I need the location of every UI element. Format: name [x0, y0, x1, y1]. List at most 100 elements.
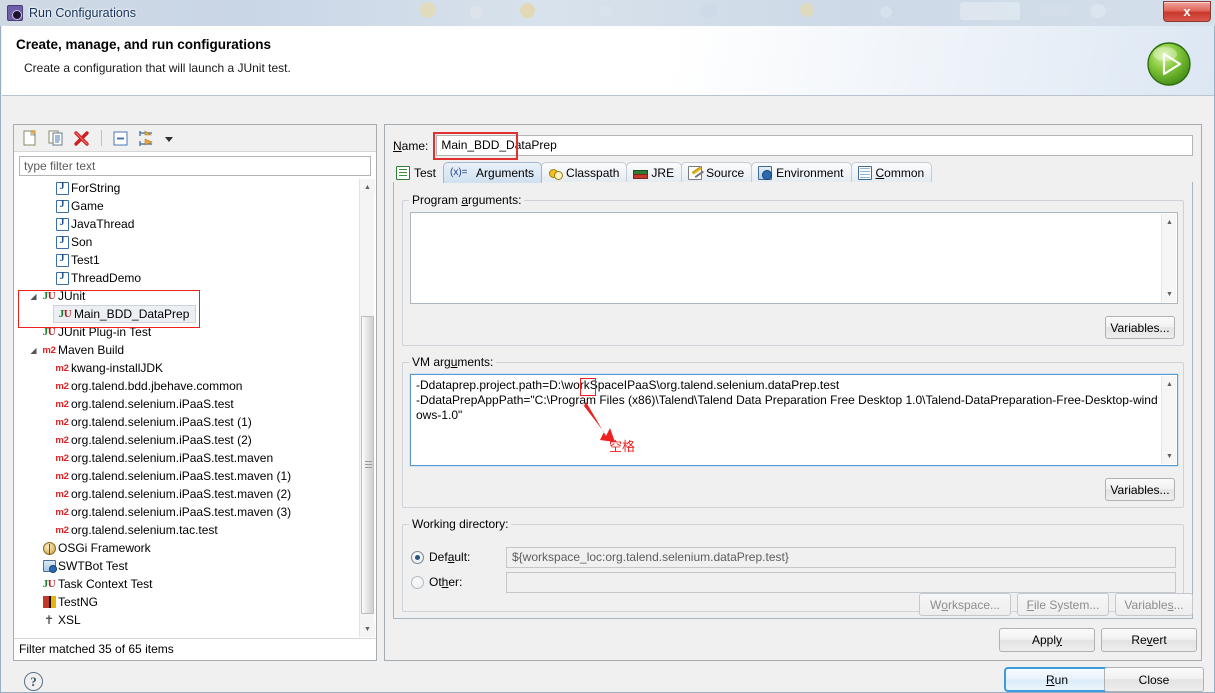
tree-item[interactable]: JU JUnit Plug-in Test — [19, 323, 353, 341]
tree-item[interactable]: JavaThread — [19, 215, 353, 233]
program-arguments-textarea[interactable]: ▲ ▼ — [410, 212, 1178, 304]
search-input[interactable]: type filter text — [19, 156, 371, 176]
tab-environment[interactable]: Environment — [751, 162, 852, 183]
tree-item[interactable]: JU Main_BDD_DataPrep — [53, 305, 197, 323]
testng-icon — [40, 596, 58, 608]
tree-item-label: TestNG — [58, 595, 99, 609]
tree-item-label: org.talend.selenium.iPaaS.test — [71, 397, 234, 411]
chevron-down-icon[interactable] — [162, 128, 176, 149]
tree-item[interactable]: Son — [19, 233, 353, 251]
tree-item[interactable]: m2 org.talend.selenium.iPaaS.test.maven — [19, 449, 353, 467]
tree-item[interactable]: m2 org.talend.selenium.iPaaS.test.maven (… — [19, 503, 353, 521]
maven-icon: m2 — [55, 506, 69, 518]
filter-status-text: Filter matched 35 of 65 items — [14, 638, 376, 660]
working-directory-other-radio[interactable]: Other: — [411, 572, 462, 592]
tree-vertical-scrollbar[interactable]: ▲ ▼ — [359, 179, 375, 637]
tree-item[interactable]: SWTBot Test — [19, 557, 353, 575]
program-arguments-scrollbar[interactable]: ▲ ▼ — [1161, 214, 1176, 302]
scroll-down-arrow-icon[interactable]: ▼ — [1162, 286, 1177, 302]
configuration-name-input[interactable]: Main_BDD_DataPrep — [436, 135, 1193, 156]
scroll-down-arrow-icon[interactable]: ▼ — [360, 621, 375, 637]
tree-item-label: JUnit — [58, 289, 86, 303]
tree-item-label: Son — [71, 235, 93, 249]
tree-item[interactable]: m2 org.talend.selenium.iPaaS.test.maven (… — [19, 485, 353, 503]
tree-item[interactable]: m2 org.talend.selenium.iPaaS.test.maven (… — [19, 467, 353, 485]
swtbot-icon — [40, 560, 58, 573]
tab-test[interactable]: Test — [393, 162, 444, 183]
vm-arguments-textarea[interactable]: -Ddataprep.project.path=D:\workSpaceIPaa… — [409, 373, 1179, 467]
maven-icon: m2 — [55, 416, 69, 428]
window-close-button[interactable]: x — [1163, 1, 1211, 22]
junit-icon: JU — [42, 578, 56, 590]
source-icon — [688, 166, 703, 180]
configuration-name-row: Name: Main_BDD_DataPrep — [393, 135, 1193, 156]
working-directory-label: Working directory: — [409, 517, 512, 531]
apply-button[interactable]: Appl y — [999, 628, 1095, 652]
new-document-icon[interactable] — [19, 128, 41, 149]
tree-item[interactable]: m2 org.talend.selenium.tac.test — [19, 521, 353, 539]
file-system-button[interactable]: File System... — [1017, 593, 1109, 616]
working-directory-default-input: ${workspace_loc:org.talend.selenium.data… — [506, 547, 1176, 568]
tab-source[interactable]: Source — [681, 162, 753, 183]
tree-item[interactable]: ◢ m2 Maven Build — [19, 341, 353, 359]
tree-item-label: SWTBot Test — [58, 559, 128, 573]
tree-item[interactable]: Test1 — [19, 251, 353, 269]
working-directory-other-input[interactable] — [506, 572, 1176, 593]
other-radio-label: Other: — [429, 575, 463, 589]
run-button[interactable]: Run — [1004, 667, 1110, 692]
vm-variables-button[interactable]: Variables... — [1105, 478, 1175, 501]
tree-item[interactable]: ◢ JU JUnit — [19, 287, 353, 305]
run-play-icon — [1147, 42, 1191, 86]
tab-jre[interactable]: JRE — [626, 162, 683, 183]
tree-item[interactable]: JU Task Context Test — [19, 575, 353, 593]
tree-item[interactable]: ForString — [19, 179, 353, 197]
scroll-up-arrow-icon[interactable]: ▲ — [1162, 376, 1177, 392]
toolbar-divider — [101, 130, 102, 146]
working-directory-variables-button[interactable]: Variable s... — [1115, 593, 1193, 616]
copy-icon[interactable] — [45, 128, 67, 149]
tree-item[interactable]: m2 org.talend.bdd.jbehave.common — [19, 377, 353, 395]
tree-item-label: JUnit Plug-in Test — [58, 325, 152, 339]
revert-button[interactable]: Re v ert — [1101, 628, 1197, 652]
expander-icon[interactable]: ◢ — [27, 346, 40, 355]
close-button[interactable]: Close — [1104, 667, 1204, 692]
help-question-icon[interactable]: ? — [24, 672, 43, 691]
tree-item[interactable]: Game — [19, 197, 353, 215]
arguments-tab-body: Program arguments: ▲ ▼ Variables... VM a… — [393, 182, 1193, 619]
window-title: Run Configurations — [29, 6, 137, 20]
scroll-up-arrow-icon[interactable]: ▲ — [360, 179, 375, 195]
tree-item-label: org.talend.selenium.iPaaS.test.maven (1) — [71, 469, 292, 483]
scroll-up-arrow-icon[interactable]: ▲ — [1162, 214, 1177, 230]
configurations-tree[interactable]: ForString Game JavaThread Son Test1 ThreadDem… — [19, 179, 371, 637]
tree-item[interactable]: m2 kwang-installJDK — [19, 359, 353, 377]
maven-icon: m2 — [55, 470, 69, 482]
vm-arguments-scrollbar[interactable]: ▲ ▼ — [1161, 376, 1176, 464]
jre-icon — [633, 166, 649, 180]
tree-item[interactable]: TestNG — [19, 593, 353, 611]
java-class-icon — [53, 253, 71, 267]
tab-arguments[interactable]: (x)= Arguments — [443, 162, 543, 183]
scroll-down-arrow-icon[interactable]: ▼ — [1162, 448, 1177, 464]
tree-item[interactable]: m2 org.talend.selenium.iPaaS.test — [19, 395, 353, 413]
java-class-icon — [53, 199, 71, 213]
default-radio-label: Default: — [429, 550, 471, 564]
dialog-button-bar: ? Run Close — [2, 663, 1214, 692]
tree-item[interactable]: m2 org.talend.selenium.iPaaS.test (1) — [19, 413, 353, 431]
tab-classpath[interactable]: Classpath — [541, 162, 628, 183]
tree-item[interactable]: ThreadDemo — [19, 269, 353, 287]
red-x-icon[interactable] — [71, 128, 93, 149]
tab-common[interactable]: Common — [850, 162, 933, 183]
tree-item[interactable]: OSGi Framework — [19, 539, 353, 557]
workspace-button[interactable]: Wo rkspace... — [919, 593, 1011, 616]
scrollbar-thumb[interactable] — [361, 316, 374, 614]
tree-item-container: ForString Game JavaThread Son Test1 ThreadDem… — [19, 179, 353, 629]
maven-icon: m2 — [42, 344, 56, 356]
program-variables-button[interactable]: Variables... — [1105, 316, 1175, 339]
collapse-all-icon[interactable] — [110, 128, 132, 149]
working-directory-default-radio[interactable]: Default: — [411, 547, 470, 567]
tab-label: Environment — [776, 166, 844, 180]
tree-item[interactable]: m2 org.talend.selenium.iPaaS.test (2) — [19, 431, 353, 449]
filter-icon[interactable] — [136, 128, 158, 149]
expander-icon[interactable]: ◢ — [27, 292, 40, 301]
tree-item[interactable]: ✝ XSL — [19, 611, 353, 629]
